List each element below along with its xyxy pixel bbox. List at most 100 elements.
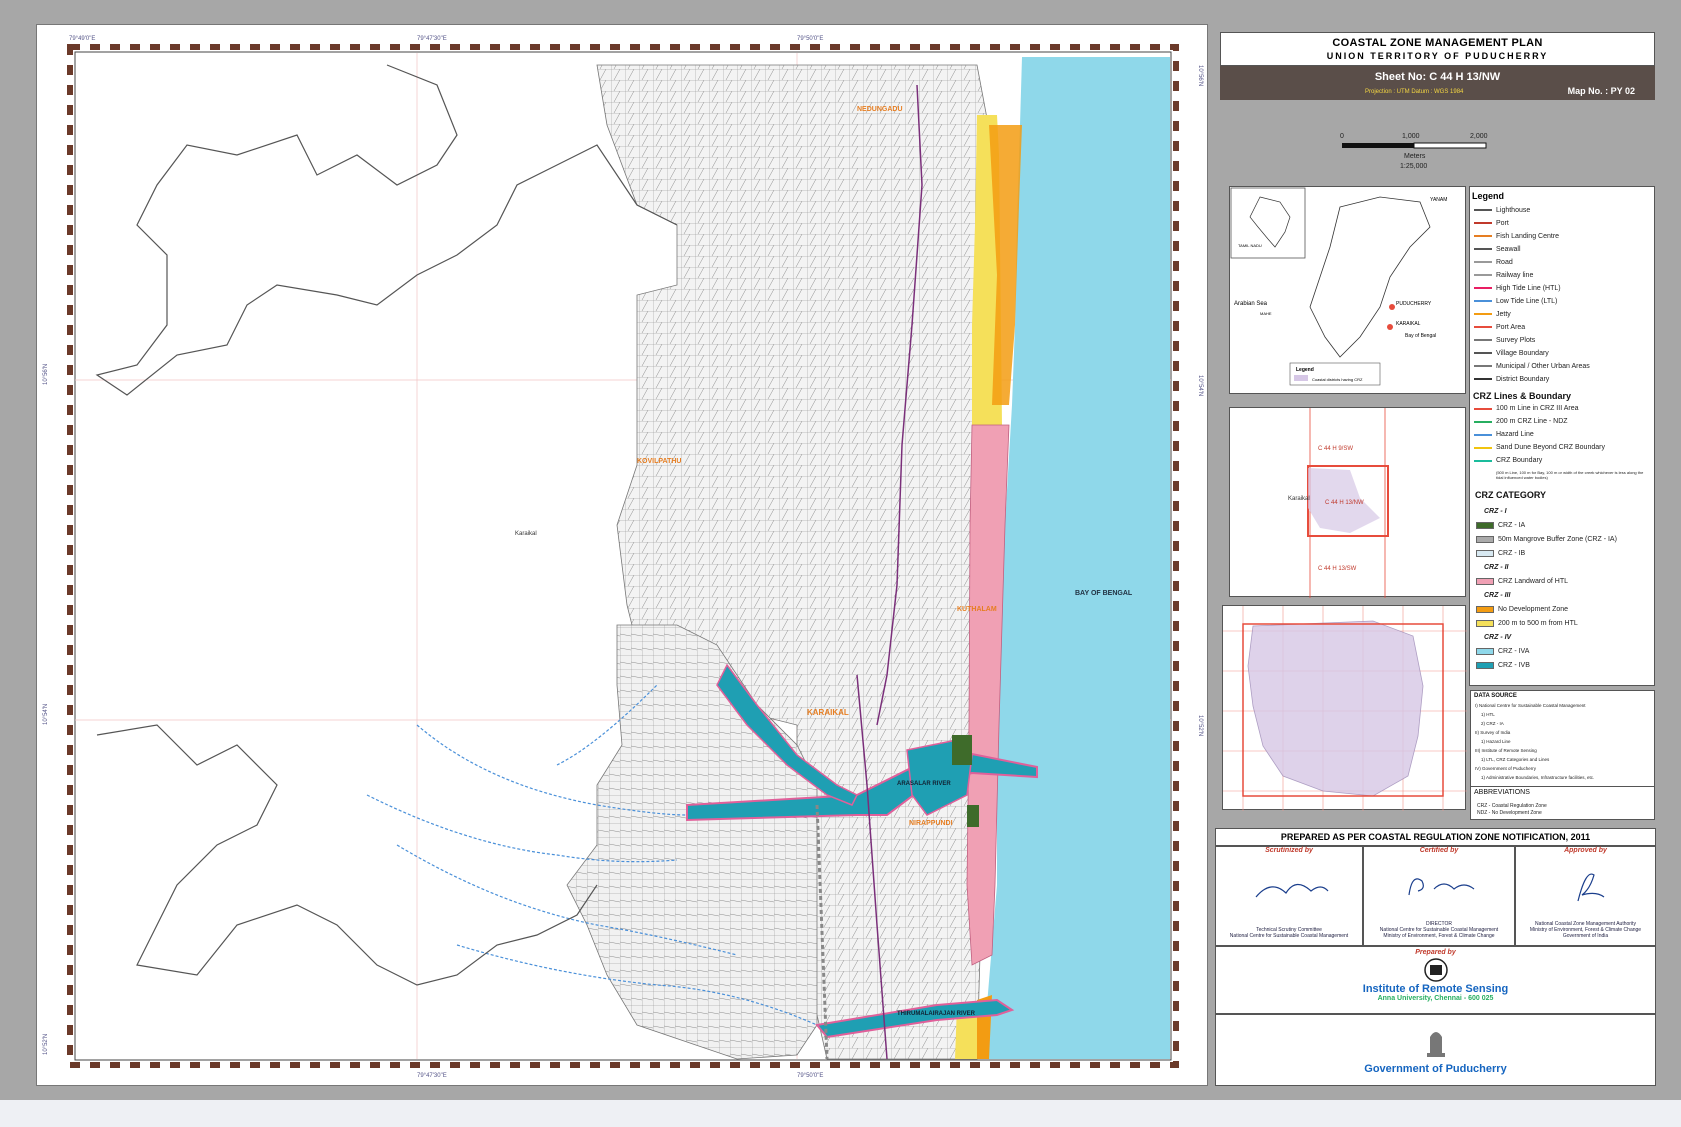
inset-legend-title: Legend [1296, 367, 1314, 373]
legend-symbol [1474, 339, 1492, 341]
coord-right-1: 10°56'N [1197, 65, 1203, 86]
approved-text: National Coastal Zone Management Authori… [1518, 921, 1653, 939]
projection-text: Projection : UTM Datum : WGS 1984 [1365, 89, 1464, 95]
crz-swatch [1476, 648, 1494, 655]
coord-right-3: 10°52'N [1197, 715, 1203, 736]
data-source-line: 1) Administrative Boundaries, Infrastruc… [1481, 775, 1595, 780]
legend-symbol [1474, 274, 1492, 276]
abbrev-crz: CRZ - Coastal Regulation Zone [1477, 803, 1547, 809]
legend-symbol [1474, 300, 1492, 302]
legend-item: Survey Plots [1496, 337, 1536, 344]
approved-line-3: Government of India [1562, 933, 1609, 939]
coord-right-2: 10°54'N [1197, 375, 1203, 396]
legend-item: Port Area [1496, 324, 1526, 331]
legend-item: Jetty [1496, 311, 1511, 318]
crz-swatch [1476, 550, 1494, 557]
main-map-frame: BAY OF BENGAL KARAIKAL Karaikal KOVILPAT… [36, 24, 1208, 1086]
legend-item: Port [1496, 220, 1509, 227]
district-boundary-south [96, 724, 598, 986]
inset-yanam: YANAM [1430, 197, 1447, 203]
crz-group-title: CRZ - III [1484, 592, 1511, 599]
scrutinized-text: Technical Scrutiny Committee National Ce… [1218, 927, 1360, 939]
data-source-panel: DATA SOURCE I) National Centre for Susta… [1470, 690, 1655, 788]
legend-symbol [1474, 378, 1492, 380]
sheet-number: Sheet No: C 44 H 13/NW [1374, 71, 1501, 83]
legend-symbol [1474, 352, 1492, 354]
legend-symbol [1474, 313, 1492, 315]
data-source-title: DATA SOURCE [1474, 693, 1517, 699]
crz-lines-title: CRZ Lines & Boundary [1473, 391, 1572, 401]
arasalar-river-label: ARASALAR RIVER [897, 781, 951, 787]
scale-tick-2: 2,000 [1470, 133, 1488, 140]
crz-swatch [1476, 662, 1494, 669]
crz-item: CRZ - IB [1498, 550, 1526, 557]
crz-line-item: CRZ Boundary [1496, 457, 1543, 464]
map-number: Map No. : PY 02 [1567, 86, 1635, 96]
crz-swatch [1476, 620, 1494, 627]
nirappundi-label: NIRAPPUNDI [909, 820, 953, 827]
legend-item: High Tide Line (HTL) [1496, 285, 1561, 292]
legend-item: Low Tide Line (LTL) [1496, 298, 1558, 305]
index-sheet-south: C 44 H 13/SW [1318, 566, 1357, 572]
approved-signature [1577, 873, 1605, 902]
prepared-note-box: PREPARED AS PER COASTAL REGULATION ZONE … [1215, 828, 1656, 846]
scrutinized-heading: Scrutinized by [1265, 847, 1313, 854]
abbreviations-panel: ABBREVIATIONS CRZ - Coastal Regulation Z… [1470, 786, 1655, 820]
legend-item: Railway line [1496, 272, 1534, 279]
crz-line-symbol [1474, 447, 1492, 449]
anna-university-emblem-icon [1423, 958, 1448, 982]
approved-heading: Approved by [1564, 847, 1607, 854]
crz-line-item: 100 m Line in CRZ III Area [1496, 405, 1579, 412]
crz-line-item: Sand Dune Beyond CRZ Boundary [1496, 444, 1605, 451]
prepared-by-box: Prepared by Institute of Remote Sensing … [1215, 946, 1656, 1014]
main-map: BAY OF BENGAL KARAIKAL Karaikal KOVILPAT… [43, 36, 1203, 1079]
legend-item: Road [1496, 259, 1513, 266]
kuthalam-label: KUTHALAM [957, 606, 997, 613]
legend-symbol [1474, 365, 1492, 367]
map-title: COASTAL ZONE MANAGEMENT PLAN [1332, 37, 1543, 49]
data-source-line: 2) CRZ - IA [1481, 721, 1504, 726]
inset-puducherry: PUDUCHERRY [1396, 301, 1432, 307]
certified-line-3: Ministry of Environment, Forest & Climat… [1383, 933, 1495, 939]
legend-symbol [1474, 287, 1492, 289]
thirumalairajan-river-label: THIRUMALAIRAJAN RIVER [897, 1011, 976, 1017]
inset-legend-item: Coastal districts having CRZ [1312, 377, 1363, 382]
scrutinized-box: Scrutinized by Technical Scrutiny Commit… [1215, 846, 1363, 946]
crz-line-item: 200 m CRZ Line - NDZ [1496, 418, 1568, 425]
crz-line-symbol [1474, 421, 1492, 423]
abbrev-ndz: NDZ - No Development Zone [1477, 810, 1542, 816]
data-source-line: 1) HTL [1481, 712, 1495, 717]
legend-symbol [1474, 209, 1492, 211]
certified-heading: Certified by [1419, 847, 1459, 854]
inset-bay-of-bengal: Bay of Bengal [1405, 333, 1436, 339]
scrutinized-line-2: National Centre for Sustainable Coastal … [1229, 933, 1349, 939]
scale-bar: 0 1,000 2,000 Meters 1:25,000 [1340, 133, 1490, 173]
approved-box: Approved by National Coastal Zone Manage… [1515, 846, 1656, 946]
inset-index-map: C 44 H 9/SW C 44 H 13/NW C 44 H 13/SW Ka… [1229, 407, 1466, 598]
crz-item: CRZ - IVA [1498, 648, 1530, 655]
coord-left-2: 10°54'N [43, 704, 49, 725]
legend-symbol [1474, 248, 1492, 250]
karaikal-town-label: KARAIKAL [807, 708, 849, 717]
inset-india-map: Legend Coastal districts having CRZ Arab… [1229, 186, 1466, 394]
data-source-line: II) Survey of India [1475, 730, 1511, 735]
bay-of-bengal-label: BAY OF BENGAL [1075, 590, 1133, 597]
prepared-by-address: Anna University, Chennai - 600 025 [1377, 995, 1494, 1002]
prepared-note: PREPARED AS PER COASTAL REGULATION ZONE … [1280, 832, 1591, 842]
coord-left-1: 10°56'N [43, 364, 49, 385]
legend-item: Municipal / Other Urban Areas [1496, 363, 1590, 370]
legend-title: Legend [1472, 191, 1504, 201]
data-source-line: 1) LTL, CRZ Categories and Lines [1481, 757, 1550, 762]
inset-karaikal: KARAIKAL [1396, 321, 1421, 327]
crz-item: CRZ - IVB [1498, 662, 1530, 669]
coord-top-3: 79°50'0"E [797, 36, 823, 42]
abbreviations-title: ABBREVIATIONS [1474, 789, 1530, 796]
district-boundary-north [95, 64, 678, 396]
crz-item: CRZ - IA [1498, 522, 1526, 529]
index-sheet-north: C 44 H 9/SW [1318, 446, 1353, 452]
legend-item: Lighthouse [1496, 207, 1531, 214]
legend-item: Fish Landing Centre [1496, 233, 1560, 240]
title-box: COASTAL ZONE MANAGEMENT PLAN UNION TERRI… [1220, 32, 1655, 66]
legend-panel: Legend Lighthouse Port Fish Landing Centre… [1469, 186, 1655, 686]
crz-swatch [1476, 522, 1494, 529]
